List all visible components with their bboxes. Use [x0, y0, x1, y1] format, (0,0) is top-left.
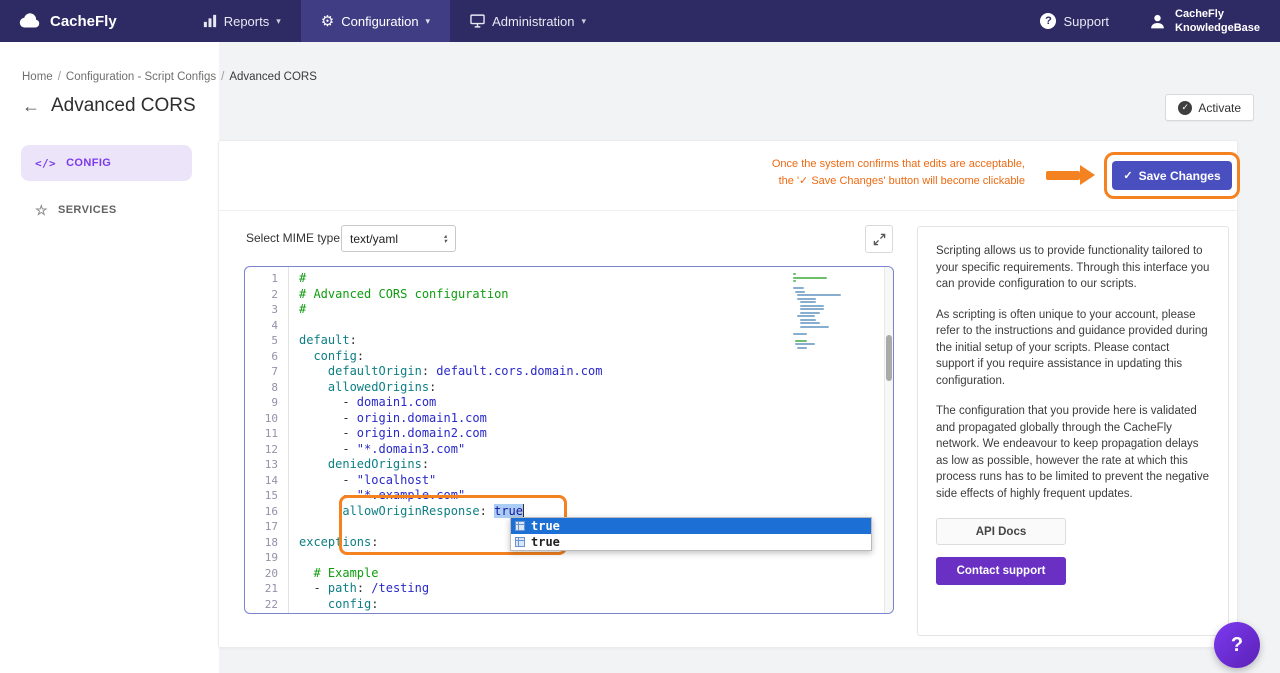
code-editor[interactable]: 12345678910111213141516171819202122 ## A…: [244, 266, 894, 614]
account-menu[interactable]: CacheFly KnowledgeBase: [1129, 0, 1280, 42]
select-arrows-icon: ▴▾: [444, 234, 447, 244]
editor-minimap: [793, 273, 857, 355]
page-title: Advanced CORS: [51, 95, 196, 117]
save-changes-label: Save Changes: [1139, 169, 1221, 183]
check-icon: ✓: [1123, 169, 1132, 182]
info-paragraph: As scripting is often unique to your acc…: [936, 307, 1210, 390]
editor-scrollbar[interactable]: [884, 267, 893, 613]
expand-editor-button[interactable]: [865, 225, 893, 253]
mime-type-select[interactable]: text/yaml ▴▾: [341, 225, 456, 252]
annotation-arrow-icon: [1046, 165, 1095, 185]
brand-logo[interactable]: CacheFly: [0, 0, 135, 42]
autocomplete-popup: true true: [510, 517, 872, 551]
autocomplete-option-true-selected[interactable]: true: [511, 518, 871, 534]
api-docs-button[interactable]: API Docs: [936, 518, 1066, 545]
breadcrumb-current: Advanced CORS: [229, 71, 317, 83]
save-hint-annotation: Once the system confirms that edits are …: [595, 156, 1025, 189]
top-navbar: CacheFly Reports ▾ ⚙ Configuration ▾ Adm…: [0, 0, 1280, 42]
nav-item-administration[interactable]: Administration ▾: [450, 0, 606, 42]
support-label: Support: [1063, 14, 1109, 29]
gear-icon: ⚙: [321, 12, 334, 30]
save-hint-line2: the '✓ Save Changes' button will become …: [595, 173, 1025, 190]
main-nav: Reports ▾ ⚙ Configuration ▾ Administrati…: [183, 0, 606, 42]
brand-name: CacheFly: [50, 13, 117, 30]
info-panel: Scripting allows us to provide functiona…: [917, 226, 1229, 636]
scrollbar-thumb[interactable]: [886, 335, 892, 381]
autocomplete-option-label: true: [531, 518, 560, 534]
expand-icon: [873, 233, 886, 246]
star-icon: ☆: [35, 202, 48, 219]
sidebar-item-config[interactable]: </> CONFIG: [21, 145, 192, 181]
breadcrumb: Home / Configuration - Script Configs / Adva…: [22, 71, 317, 83]
activate-label: Activate: [1198, 101, 1241, 115]
bar-chart-icon: [203, 14, 217, 28]
autocomplete-option-label: true: [531, 534, 560, 550]
cachefly-cloud-icon: [18, 13, 42, 29]
nav-item-reports[interactable]: Reports ▾: [183, 0, 301, 42]
account-line1: CacheFly: [1175, 7, 1260, 21]
save-changes-button[interactable]: ✓ Save Changes: [1112, 161, 1232, 190]
check-circle-icon: ✓: [1178, 101, 1192, 115]
info-paragraph: The configuration that you provide here …: [936, 403, 1210, 502]
chevron-down-icon: ▾: [581, 16, 586, 27]
sidebar-background: [0, 42, 219, 673]
sidebar-item-services[interactable]: ☆ SERVICES: [21, 193, 192, 227]
account-line2: KnowledgeBase: [1175, 21, 1260, 35]
editor-gutter: 12345678910111213141516171819202122: [245, 267, 289, 613]
sidebar-config-label: CONFIG: [66, 157, 111, 169]
nav-reports-label: Reports: [224, 14, 270, 29]
save-bar: Once the system confirms that edits are …: [219, 141, 1237, 211]
code-icon: </>: [35, 157, 56, 170]
breadcrumb-home[interactable]: Home: [22, 71, 53, 83]
mime-type-label: Select MIME type: [246, 225, 340, 252]
nav-administration-label: Administration: [492, 14, 574, 29]
nav-configuration-label: Configuration: [341, 14, 418, 29]
question-circle-icon: ?: [1040, 13, 1056, 29]
chevron-down-icon: ▾: [426, 16, 431, 27]
user-icon: [1149, 13, 1166, 30]
chevron-down-icon: ▾: [276, 16, 281, 27]
breadcrumb-separator: /: [58, 71, 61, 83]
breadcrumb-separator: /: [221, 71, 224, 83]
back-arrow[interactable]: ←: [22, 97, 40, 115]
save-highlight-ring: ✓ Save Changes: [1104, 152, 1240, 199]
help-button[interactable]: ?: [1214, 622, 1260, 668]
sidebar-services-label: SERVICES: [58, 204, 117, 216]
breadcrumb-script-configs[interactable]: Configuration - Script Configs: [66, 71, 216, 83]
autocomplete-option-true[interactable]: true: [511, 534, 871, 550]
nav-item-support[interactable]: ? Support: [1020, 0, 1129, 42]
config-panel: Once the system confirms that edits are …: [218, 140, 1238, 648]
nav-item-configuration[interactable]: ⚙ Configuration ▾: [301, 0, 450, 42]
value-grid-icon: [515, 537, 525, 547]
save-hint-line1: Once the system confirms that edits are …: [595, 156, 1025, 173]
mime-type-value: text/yaml: [350, 232, 398, 246]
info-paragraph: Scripting allows us to provide functiona…: [936, 243, 1210, 293]
monitor-icon: [470, 14, 485, 28]
activate-button[interactable]: ✓ Activate: [1165, 94, 1254, 121]
value-grid-icon: [515, 521, 525, 531]
contact-support-button[interactable]: Contact support: [936, 557, 1066, 585]
